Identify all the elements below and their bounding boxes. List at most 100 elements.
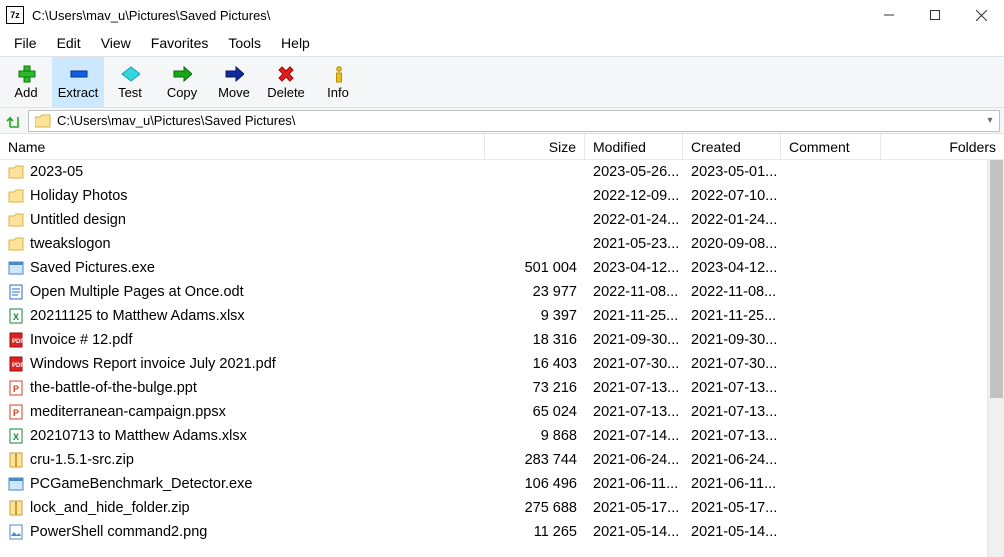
toolbar-info-label: Info <box>327 85 349 100</box>
folder-icon <box>8 188 24 204</box>
list-item[interactable]: lock_and_hide_folder.zip 275 6882021-05-1… <box>0 496 1004 520</box>
file-modified: 2021-05-14... <box>585 524 683 540</box>
file-created: 2021-11-25... <box>683 308 781 324</box>
list-item[interactable]: tweakslogon2021-05-23...2020-09-08... <box>0 232 1004 256</box>
arrow-right-green-icon <box>172 65 192 83</box>
toolbar-delete-label: Delete <box>267 85 305 100</box>
address-field[interactable]: ▾ <box>28 110 1000 132</box>
column-headers: Name Size Modified Created Comment Folde… <box>0 134 1004 160</box>
minimize-button[interactable] <box>866 0 912 30</box>
info-icon <box>328 65 348 83</box>
list-item[interactable]: 2023-052023-05-26...2023-05-01... <box>0 160 1004 184</box>
plus-icon <box>16 65 36 83</box>
col-comment[interactable]: Comment <box>781 134 881 159</box>
zip-icon <box>8 452 24 468</box>
file-size: 501 004 <box>485 260 585 276</box>
list-item[interactable]: Holiday Photos2022-12-09...2022-07-10... <box>0 184 1004 208</box>
toolbar-add-button[interactable]: Add <box>0 57 52 107</box>
file-modified: 2021-11-25... <box>585 308 683 324</box>
toolbar-test-label: Test <box>118 85 142 100</box>
folder-icon <box>8 236 24 252</box>
menubar: FileEditViewFavoritesToolsHelp <box>0 30 1004 56</box>
file-modified: 2021-07-30... <box>585 356 683 372</box>
menu-tools[interactable]: Tools <box>218 33 271 53</box>
menu-help[interactable]: Help <box>271 33 320 53</box>
odt-icon <box>8 284 24 300</box>
x-red-icon <box>276 65 296 83</box>
file-list: 2023-052023-05-26...2023-05-01...Holiday… <box>0 160 1004 557</box>
menu-favorites[interactable]: Favorites <box>141 33 219 53</box>
file-modified: 2021-05-17... <box>585 500 683 516</box>
list-item[interactable]: Saved Pictures.exe501 0042023-04-12...20… <box>0 256 1004 280</box>
toolbar-add-label: Add <box>14 85 37 100</box>
list-item[interactable]: PDFWindows Report invoice July 2021.pdf1… <box>0 352 1004 376</box>
menu-view[interactable]: View <box>91 33 141 53</box>
app-window: 7z C:\Users\mav_u\Pictures\Saved Picture… <box>0 0 1004 557</box>
list-item[interactable]: Pmediterranean-campaign.ppsx65 0242021-0… <box>0 400 1004 424</box>
app-icon-7z: 7z <box>6 6 24 24</box>
scrollbar-track[interactable] <box>987 160 1004 557</box>
toolbar-move-button[interactable]: Move <box>208 57 260 107</box>
list-item[interactable]: PDFInvoice # 12.pdf18 3162021-09-30...20… <box>0 328 1004 352</box>
file-created: 2022-01-24... <box>683 212 781 228</box>
file-size: 275 688 <box>485 500 585 516</box>
address-input[interactable] <box>57 111 981 131</box>
file-modified: 2023-05-26... <box>585 164 683 180</box>
toolbar-copy-button[interactable]: Copy <box>156 57 208 107</box>
col-name[interactable]: Name <box>0 134 485 159</box>
list-item[interactable]: X20211125 to Matthew Adams.xlsx9 3972021… <box>0 304 1004 328</box>
col-modified[interactable]: Modified <box>585 134 683 159</box>
toolbar-info-button[interactable]: Info <box>312 57 364 107</box>
file-modified: 2021-06-11... <box>585 476 683 492</box>
xlsx-icon: X <box>8 308 24 324</box>
file-name: lock_and_hide_folder.zip <box>30 500 190 516</box>
menu-file[interactable]: File <box>4 33 47 53</box>
file-modified: 2022-11-08... <box>585 284 683 300</box>
file-size: 9 868 <box>485 428 585 444</box>
scrollbar-thumb[interactable] <box>990 160 1003 398</box>
list-item[interactable]: X20210713 to Matthew Adams.xlsx9 8682021… <box>0 424 1004 448</box>
close-button[interactable] <box>958 0 1004 30</box>
file-created: 2021-06-24... <box>683 452 781 468</box>
list-item[interactable]: Pthe-battle-of-the-bulge.ppt73 2162021-0… <box>0 376 1004 400</box>
toolbar: Add Extract Test Copy Move Delete Info <box>0 56 1004 108</box>
toolbar-copy-label: Copy <box>167 85 197 100</box>
toolbar-delete-button[interactable]: Delete <box>260 57 312 107</box>
file-modified: 2021-05-23... <box>585 236 683 252</box>
up-button[interactable] <box>4 112 22 130</box>
menu-edit[interactable]: Edit <box>47 33 91 53</box>
file-name: 20210713 to Matthew Adams.xlsx <box>30 428 247 444</box>
toolbar-extract-button[interactable]: Extract <box>52 57 104 107</box>
file-name: the-battle-of-the-bulge.ppt <box>30 380 197 396</box>
toolbar-extract-label: Extract <box>58 85 98 100</box>
file-name: tweakslogon <box>30 236 111 252</box>
file-size: 16 403 <box>485 356 585 372</box>
svg-text:PDF: PDF <box>12 339 24 345</box>
col-size[interactable]: Size <box>485 134 585 159</box>
list-item[interactable]: PowerShell command2.png11 2652021-05-14.… <box>0 520 1004 544</box>
file-size: 18 316 <box>485 332 585 348</box>
exe-icon <box>8 476 24 492</box>
col-folders[interactable]: Folders <box>881 134 1004 159</box>
list-item[interactable]: Open Multiple Pages at Once.odt23 977202… <box>0 280 1004 304</box>
svg-text:X: X <box>13 312 19 322</box>
address-bar: ▾ <box>0 108 1004 134</box>
file-modified: 2021-07-13... <box>585 404 683 420</box>
file-size: 11 265 <box>485 524 585 540</box>
file-modified: 2021-07-14... <box>585 428 683 444</box>
address-dropdown-icon[interactable]: ▾ <box>981 115 999 126</box>
file-modified: 2022-12-09... <box>585 188 683 204</box>
file-name: 2023-05 <box>30 164 83 180</box>
maximize-button[interactable] <box>912 0 958 30</box>
file-size: 23 977 <box>485 284 585 300</box>
col-created[interactable]: Created <box>683 134 781 159</box>
list-item[interactable]: PCGameBenchmark_Detector.exe106 4962021-… <box>0 472 1004 496</box>
list-item[interactable]: Untitled design2022-01-24...2022-01-24..… <box>0 208 1004 232</box>
arrow-right-blue-icon <box>224 65 244 83</box>
zip-icon <box>8 500 24 516</box>
toolbar-test-button[interactable]: Test <box>104 57 156 107</box>
file-size: 73 216 <box>485 380 585 396</box>
file-name: Holiday Photos <box>30 188 128 204</box>
list-item[interactable]: cru-1.5.1-src.zip283 7442021-06-24...202… <box>0 448 1004 472</box>
window-title: C:\Users\mav_u\Pictures\Saved Pictures\ <box>32 8 270 23</box>
